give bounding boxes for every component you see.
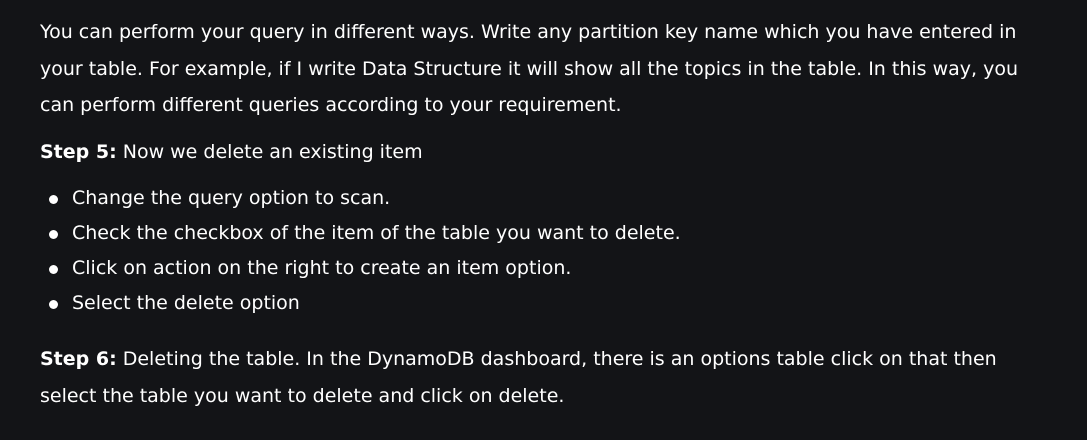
intro-paragraph: You can perform your query in different … [40, 21, 1019, 116]
bullet-item: Click on action on the right to create a… [40, 251, 1047, 286]
step-5-text: Now we delete an existing item [116, 140, 423, 163]
bullet-dot-icon [49, 264, 58, 274]
step-6-text: Deleting the table. In the DynamoDB dash… [40, 348, 997, 407]
bullet-text: Click on action on the right to create a… [72, 257, 572, 279]
step-6-label: Step 6: [40, 348, 117, 370]
step-5-label: Step 5: [40, 140, 117, 163]
bullet-dot-icon [49, 229, 58, 239]
bullet-text: Select the delete option [72, 292, 300, 314]
article-content: You can perform your query in different … [0, 0, 1087, 440]
bullet-item: Check the checkbox of the item of the ta… [40, 216, 1047, 251]
bullet-text: Check the checkbox of the item of the ta… [72, 222, 681, 244]
bullet-text: Change the query option to scan. [72, 187, 391, 209]
bullet-item: Select the delete option [40, 286, 1047, 321]
bullet-dot-icon [49, 194, 58, 204]
bullet-dot-icon [49, 299, 58, 309]
step-6-paragraph: Step 6: Deleting the table. In the Dynam… [40, 341, 1040, 414]
step-5-paragraph: Step 5: Now we delete an existing item [40, 134, 1040, 171]
bullet-item: Change the query option to scan. [40, 181, 1047, 216]
step-5-bullet-list: Change the query option to scan. Check t… [40, 181, 1047, 321]
